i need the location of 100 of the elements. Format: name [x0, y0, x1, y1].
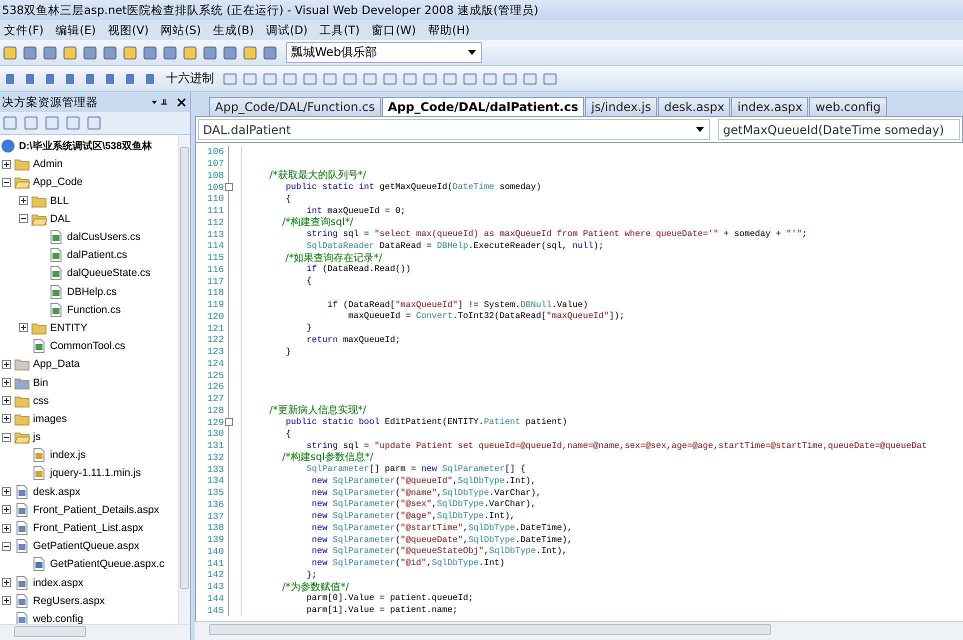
- tree-item[interactable]: D:\毕业系统调试区\538双鱼林: [19, 139, 152, 154]
- line-number: 114: [206, 240, 224, 252]
- line-number: 142: [206, 569, 224, 580]
- tree-item[interactable]: Bin: [33, 376, 48, 389]
- menu-item[interactable]: 窗口(W): [368, 22, 424, 38]
- menu-item[interactable]: 视图(V): [104, 22, 157, 38]
- expand-toggle[interactable]: [2, 596, 11, 606]
- line-number: 136: [206, 498, 224, 510]
- collapse-icon[interactable]: [225, 418, 233, 426]
- expand-toggle[interactable]: [2, 160, 11, 169]
- menu-item[interactable]: 编辑(E): [52, 22, 104, 38]
- tree-item[interactable]: App_Code: [33, 176, 83, 188]
- menu-item[interactable]: 帮助(H): [424, 22, 478, 38]
- tree-item[interactable]: RegUsers.aspx: [33, 594, 105, 607]
- tree-item[interactable]: GetPatientQueue.aspx: [33, 540, 140, 552]
- code-line: parm[0].Value = patient.queueId;: [306, 593, 474, 604]
- collapse-icon[interactable]: [225, 183, 233, 192]
- expand-toggle[interactable]: [2, 378, 11, 388]
- tree-item[interactable]: css: [33, 394, 49, 407]
- code-line: string sql = "update Patient set queueId=@queueId,name=@name,sex=@sex,age=@age,startTime=@startTime,queueDate=@queueDat: [306, 440, 927, 451]
- expand-toggle[interactable]: [2, 178, 11, 187]
- tree-item[interactable]: GetPatientQueue.aspx.c: [50, 558, 164, 570]
- member-dropdown[interactable]: getMaxQueueId(DateTime someday): [718, 119, 960, 140]
- line-number: 113: [206, 228, 224, 240]
- menu-item[interactable]: 生成(B): [208, 22, 262, 38]
- tree-item[interactable]: jquery-1.11.1.min.js: [50, 467, 141, 480]
- expand-toggle[interactable]: [2, 542, 11, 551]
- file-icon: [14, 592, 30, 609]
- hex-button[interactable]: 十六进制: [162, 70, 218, 87]
- code-line: new SqlParameter("@queueId",SqlDbType.Int),: [310, 476, 536, 486]
- file-icon: [48, 229, 64, 246]
- tree-item[interactable]: DAL: [50, 212, 70, 225]
- menu-item[interactable]: 工具(T): [316, 22, 368, 38]
- menu-item[interactable]: 文件(F): [0, 22, 52, 38]
- menu-item[interactable]: 网站(S): [156, 22, 209, 38]
- tree-item[interactable]: Admin: [33, 158, 63, 170]
- expand-toggle[interactable]: [2, 524, 11, 533]
- tree-item[interactable]: desk.aspx: [33, 486, 80, 498]
- file-icon: [14, 610, 30, 624]
- toolbar-icon[interactable]: [86, 115, 102, 131]
- tree-item[interactable]: Function.cs: [67, 304, 121, 316]
- line-number: 137: [206, 510, 224, 522]
- scrollbar[interactable]: [0, 624, 190, 640]
- document-tab[interactable]: index.aspx: [731, 97, 808, 116]
- expand-toggle[interactable]: [2, 487, 11, 496]
- tree-item[interactable]: ENTITY: [50, 322, 88, 334]
- expand-toggle[interactable]: [2, 396, 11, 406]
- tree-item[interactable]: App_Data: [33, 358, 80, 370]
- menu-item[interactable]: 调试(D): [262, 22, 316, 38]
- toolbar-icon[interactable]: [65, 115, 81, 131]
- tree-item[interactable]: dalCusUsers.cs: [67, 231, 141, 244]
- document-tab[interactable]: js/index.js: [585, 97, 658, 116]
- line-number: 138: [206, 522, 224, 534]
- line-number: 129: [206, 416, 224, 428]
- tree-item[interactable]: BLL: [50, 194, 69, 207]
- configuration-combo[interactable]: 瓢城Web俱乐部: [286, 42, 482, 63]
- scrollbar[interactable]: [178, 135, 190, 624]
- tree-item[interactable]: CommonTool.cs: [50, 340, 126, 352]
- document-tab[interactable]: App_Code/DAL/Function.cs: [209, 97, 381, 116]
- document-tab[interactable]: web.config: [809, 97, 887, 116]
- expand-toggle[interactable]: [19, 214, 28, 224]
- toolbar-icon[interactable]: [44, 115, 60, 131]
- document-tab[interactable]: desk.aspx: [658, 97, 730, 116]
- line-number: 111: [206, 205, 224, 216]
- expand-toggle[interactable]: [19, 323, 28, 332]
- tree-item[interactable]: Front_Patient_List.aspx: [33, 522, 144, 534]
- expand-toggle[interactable]: [2, 505, 11, 514]
- tree-item[interactable]: index.js: [50, 449, 86, 462]
- line-number: 143: [206, 581, 224, 592]
- line-number: 134: [206, 475, 224, 486]
- scrollbar[interactable]: [195, 621, 963, 640]
- file-icon: [14, 574, 30, 591]
- document-tab[interactable]: App_Code/DAL/dalPatient.cs: [382, 97, 584, 116]
- tree-item[interactable]: js: [33, 431, 41, 444]
- tree-item[interactable]: images: [33, 412, 67, 425]
- expand-toggle[interactable]: [19, 196, 28, 206]
- caret-icon: [468, 50, 476, 55]
- line-number: 118: [206, 287, 224, 298]
- file-icon: [14, 520, 30, 536]
- tree-item[interactable]: dalPatient.cs: [67, 249, 128, 262]
- file-icon: [48, 284, 64, 300]
- close-icon[interactable]: [177, 98, 186, 106]
- tree-item[interactable]: web.config: [33, 612, 84, 624]
- code-editor[interactable]: [195, 143, 963, 621]
- expand-toggle[interactable]: [2, 360, 11, 369]
- tree-item[interactable]: Front_Patient_Details.aspx: [33, 504, 160, 516]
- type-dropdown[interactable]: DAL.dalPatient: [198, 119, 710, 140]
- line-number: 139: [206, 534, 224, 546]
- tree-item[interactable]: index.aspx: [33, 576, 84, 589]
- line-number: 130: [206, 428, 224, 440]
- expand-toggle[interactable]: [2, 414, 11, 424]
- line-number: 126: [206, 381, 224, 392]
- tree-item[interactable]: DBHelp.cs: [67, 286, 117, 298]
- toolbar-icon[interactable]: [2, 115, 18, 131]
- line-number: 125: [206, 370, 224, 381]
- expand-toggle[interactable]: [2, 432, 11, 442]
- code-line: };: [306, 570, 317, 580]
- tree-item[interactable]: dalQueueState.cs: [67, 267, 150, 280]
- toolbar-icon[interactable]: [23, 115, 39, 131]
- expand-toggle[interactable]: [2, 578, 11, 588]
